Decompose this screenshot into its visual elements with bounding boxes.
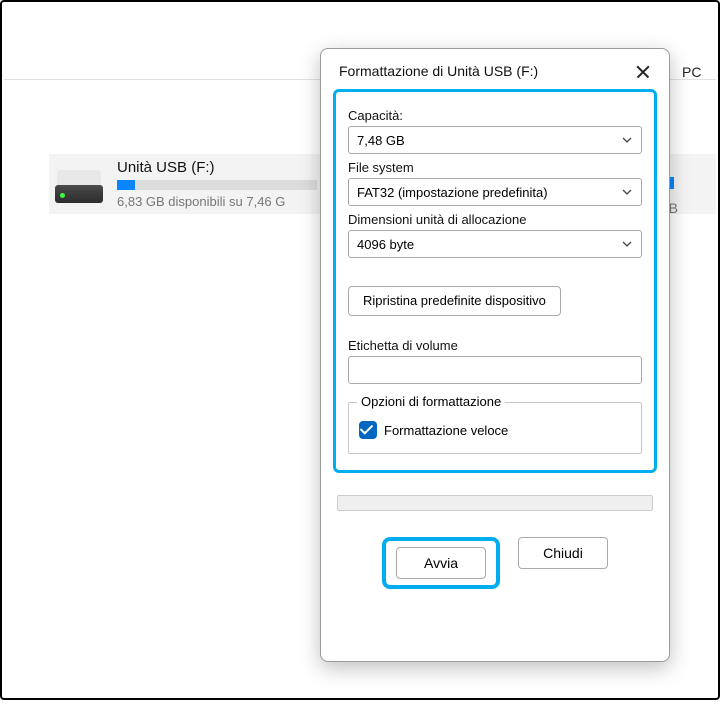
dialog-body-highlight: Capacità: 7,48 GB File system FAT32 (imp… [333,89,657,473]
drive-subtitle: 6,83 GB disponibili su 7,46 G [117,194,317,209]
dialog-title-text: Formattazione di Unità USB (F:) [339,63,538,79]
restore-defaults-button[interactable]: Ripristina predefinite dispositivo [348,286,561,316]
progress-bar [337,495,653,511]
volume-label-label: Etichetta di volume [348,338,642,353]
chevron-down-icon [621,134,633,146]
close-button[interactable]: Chiudi [518,537,608,569]
start-button[interactable]: Avvia [396,547,486,579]
allocation-label: Dimensioni unità di allocazione [348,212,642,227]
capacity-value: 7,48 GB [357,133,405,148]
filesystem-select[interactable]: FAT32 (impostazione predefinita) [348,178,642,206]
format-dialog: Formattazione di Unità USB (F:) Capacità… [320,48,670,662]
allocation-select[interactable]: 4096 byte [348,230,642,258]
capacity-select[interactable]: 7,48 GB [348,126,642,154]
format-options-legend: Opzioni di formattazione [357,394,505,409]
volume-label-input[interactable] [348,356,642,384]
close-icon[interactable] [635,63,653,81]
filesystem-value: FAT32 (impostazione predefinita) [357,185,548,200]
chevron-down-icon [621,186,633,198]
breadcrumb-pc: PC [682,64,701,80]
allocation-value: 4096 byte [357,237,414,252]
chevron-down-icon [621,238,633,250]
drive-usage-bar [117,180,317,190]
format-options-fieldset: Opzioni di formattazione Formattazione v… [348,402,642,454]
quick-format-checkbox[interactable] [359,421,377,439]
dialog-title: Formattazione di Unità USB (F:) [321,49,669,89]
drive-icon [55,165,103,203]
start-button-highlight: Avvia [382,537,500,589]
filesystem-label: File system [348,160,642,175]
drive-title: Unità USB (F:) [117,159,317,176]
capacity-label: Capacità: [348,108,642,123]
window-frame: PC Unità USB (F:) 6,83 GB disponibili su… [0,0,720,700]
quick-format-label: Formattazione veloce [384,423,508,438]
